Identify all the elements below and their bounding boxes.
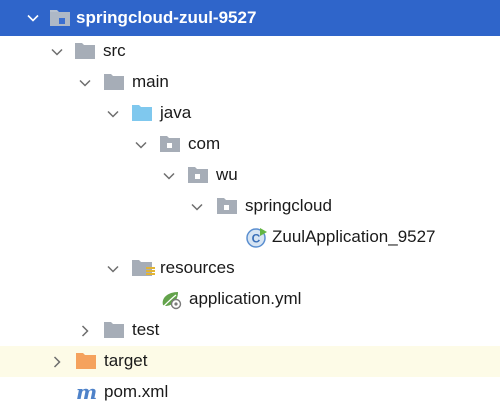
chevron-down-icon[interactable]: [107, 263, 119, 275]
resources-root-folder-icon: [132, 260, 156, 278]
tree-row-application-yml[interactable]: application.yml: [0, 284, 500, 315]
svg-text:C: C: [252, 232, 261, 246]
tree-row-java[interactable]: java: [0, 98, 500, 129]
tree-row-test[interactable]: test: [0, 315, 500, 346]
package-icon: [217, 198, 237, 214]
source-root-folder-icon: [132, 105, 152, 121]
chevron-down-icon[interactable]: [79, 77, 91, 89]
tree-node-label: com: [188, 134, 221, 153]
maven-file-icon: m: [76, 382, 98, 402]
folder-icon: [104, 74, 124, 90]
tree-row-springcloud[interactable]: springcloud: [0, 191, 500, 222]
tree-row-module[interactable]: springcloud-zuul-9527: [0, 0, 500, 36]
tree-row-main[interactable]: main: [0, 67, 500, 98]
tree-node-label: main: [132, 72, 169, 91]
tree-node-label: springcloud-zuul-9527: [76, 8, 257, 27]
spring-boot-class-icon: C: [246, 227, 268, 249]
chevron-down-icon[interactable]: [51, 46, 63, 58]
excluded-folder-icon: [76, 353, 96, 369]
tree-node-label: resources: [160, 258, 235, 277]
chevron-right-icon[interactable]: [79, 325, 91, 337]
tree-node-label: ZuulApplication_9527: [272, 227, 436, 246]
module-folder-icon: [50, 9, 70, 26]
tree-node-label: application.yml: [189, 289, 302, 308]
tree-row-com[interactable]: com: [0, 129, 500, 160]
tree-row-wu[interactable]: wu: [0, 160, 500, 191]
chevron-down-icon[interactable]: [135, 139, 147, 151]
chevron-down-icon[interactable]: [163, 170, 175, 182]
spring-yaml-file-icon: [160, 290, 184, 310]
tree-row-src[interactable]: src: [0, 36, 500, 67]
tree-node-label: target: [104, 351, 148, 370]
folder-icon: [75, 43, 95, 59]
svg-text:m: m: [76, 382, 97, 402]
project-tree: springcloud-zuul-9527 src main java com …: [0, 0, 500, 418]
tree-row-resources[interactable]: resources: [0, 253, 500, 284]
chevron-down-icon[interactable]: [191, 201, 203, 213]
tree-node-label: wu: [216, 165, 238, 184]
tree-node-label: java: [160, 103, 192, 122]
chevron-right-icon[interactable]: [51, 356, 63, 368]
tree-row-zuul-application[interactable]: C ZuulApplication_9527: [0, 222, 500, 253]
package-icon: [160, 136, 180, 152]
tree-node-label: pom.xml: [104, 382, 169, 401]
chevron-down-icon[interactable]: [107, 108, 119, 120]
tree-node-label: springcloud: [245, 196, 332, 215]
tree-node-label: src: [103, 41, 126, 60]
tree-node-label: test: [132, 320, 160, 339]
chevron-down-icon[interactable]: [27, 12, 39, 24]
tree-row-target[interactable]: target: [0, 346, 500, 377]
folder-icon: [104, 322, 124, 338]
tree-row-pom-xml[interactable]: m pom.xml: [0, 377, 500, 408]
package-icon: [188, 167, 208, 183]
